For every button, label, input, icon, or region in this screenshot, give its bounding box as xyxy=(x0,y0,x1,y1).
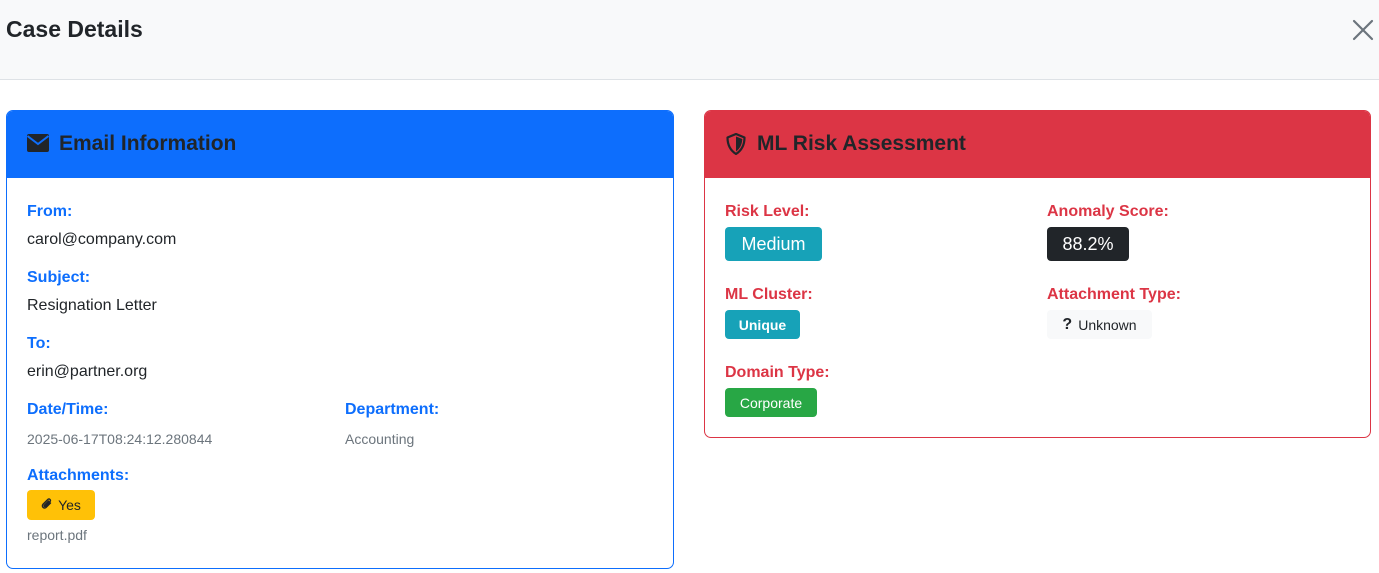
from-label: From: xyxy=(27,203,73,220)
anomaly-score-label: Anomaly Score: xyxy=(1047,203,1169,220)
datetime-value: 2025-06-17T08:24:12.280844 xyxy=(27,431,213,447)
from-value: carol@company.com xyxy=(27,231,177,248)
paperclip-icon xyxy=(41,497,53,514)
risk-level-label: Risk Level: xyxy=(725,203,810,220)
ml-risk-assessment-card: ML Risk Assessment Risk Level: Medium An… xyxy=(704,110,1371,438)
subject-label: Subject: xyxy=(27,269,91,286)
risk-card-title: ML Risk Assessment xyxy=(757,132,966,155)
attachment-file-name: report.pdf xyxy=(27,527,87,543)
risk-card-header: ML Risk Assessment xyxy=(705,111,1370,178)
department-value: Accounting xyxy=(345,431,415,447)
modal-title: Case Details xyxy=(6,16,143,42)
email-information-card: Email Information From: carol@company.co… xyxy=(6,110,674,569)
ml-cluster-badge: Unique xyxy=(725,310,800,339)
modal-header: Case Details xyxy=(0,0,1379,80)
ml-cluster-label: ML Cluster: xyxy=(725,286,813,303)
domain-type-badge: Corporate xyxy=(725,388,817,417)
close-icon xyxy=(1352,19,1374,41)
to-label: To: xyxy=(27,335,51,352)
department-label: Department: xyxy=(345,401,440,418)
shield-icon xyxy=(726,132,746,160)
question-icon: ? xyxy=(1062,315,1073,333)
to-value: erin@partner.org xyxy=(27,363,148,380)
domain-type-label: Domain Type: xyxy=(725,364,830,381)
subject-value: Resignation Letter xyxy=(27,297,157,314)
envelope-icon xyxy=(26,134,50,157)
attachment-type-badge: ? Unknown xyxy=(1047,310,1152,339)
datetime-label: Date/Time: xyxy=(27,401,109,418)
attachments-badge: Yes xyxy=(27,490,95,520)
attachment-type-label: Attachment Type: xyxy=(1047,286,1181,303)
email-card-header: Email Information xyxy=(7,111,673,178)
risk-level-badge: Medium xyxy=(725,227,822,261)
anomaly-score-badge: 88.2% xyxy=(1047,227,1129,261)
attachment-type-value: Unknown xyxy=(1078,316,1137,333)
attachments-label: Attachments: xyxy=(27,467,130,484)
close-button[interactable] xyxy=(1350,17,1376,43)
email-card-title: Email Information xyxy=(59,132,237,155)
attachments-badge-label: Yes xyxy=(58,497,81,513)
